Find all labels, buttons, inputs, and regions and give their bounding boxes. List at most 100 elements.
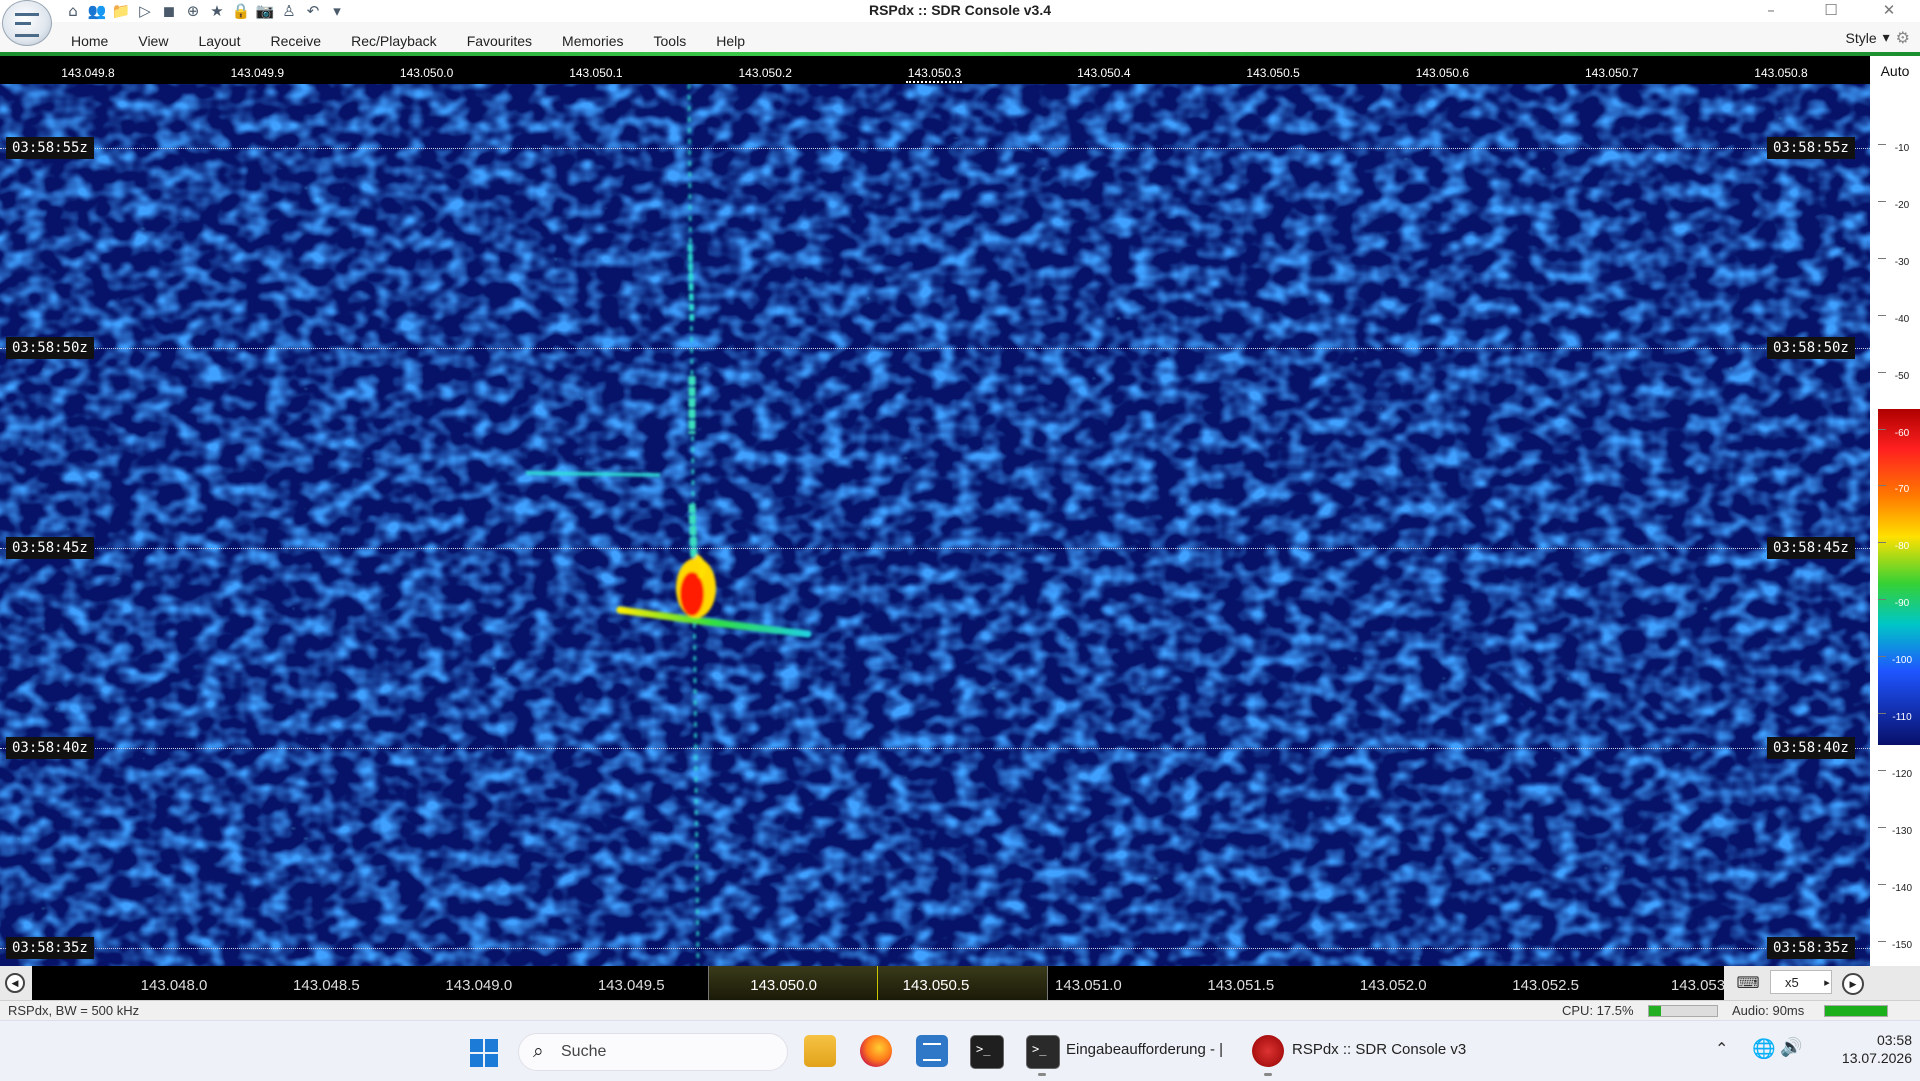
volume-icon[interactable]: 🔊	[1780, 1037, 1802, 1058]
top-ruler-tick: 143.050.5	[1246, 66, 1300, 80]
db-scale-label: -20	[1894, 199, 1910, 211]
terminal-icon[interactable]: >_	[970, 1035, 1004, 1069]
running-indicator	[1264, 1073, 1272, 1076]
bottom-ruler-tick: 143.048.5	[293, 977, 360, 994]
bottom-ruler-tick: 143.048.0	[140, 977, 208, 994]
top-ruler-tick: 143.050.6	[1415, 66, 1470, 80]
time-gridline: 03:58:55z 03:58:55z	[0, 137, 1870, 159]
customize-icon[interactable]: ▾	[328, 2, 346, 20]
tuned-frequency-marker	[906, 81, 962, 83]
cpu-usage-bar	[1648, 1005, 1718, 1017]
db-scale-label: -70	[1894, 484, 1910, 496]
top-ruler-tick: 143.049.8	[61, 66, 115, 80]
zoom-dropdown-icon[interactable]: ▸	[1820, 970, 1834, 996]
menu-home[interactable]: Home	[56, 22, 123, 52]
time-gridline: 03:58:40z 03:58:40z	[0, 737, 1870, 759]
timestamp-label-left: 03:58:45z	[6, 537, 94, 559]
db-scale-label: -40	[1894, 313, 1910, 325]
sdr-console-icon[interactable]	[1252, 1035, 1284, 1067]
menu-layout[interactable]: Layout	[183, 22, 255, 52]
close-button[interactable]: ✕	[1866, 0, 1912, 22]
time-gridline: 03:58:35z 03:58:35z	[0, 937, 1870, 959]
clock-time: 03:58	[1876, 1032, 1912, 1048]
top-ruler-tick: 143.050.4	[1077, 66, 1131, 80]
style-dropdown-icon: ▾	[1882, 29, 1890, 45]
bottom-ruler-tick: 143.051.5	[1207, 977, 1275, 994]
cpu-usage-fill	[1649, 1006, 1661, 1016]
bottom-ruler-tick: 143.049.5	[597, 977, 665, 994]
waterfall-display[interactable]: 03:58:55z 03:58:55z 03:58:50z 03:58:50z 03:5…	[0, 84, 1870, 966]
application-menu-button[interactable]	[2, 0, 52, 46]
title-bar: ⌂ 👥 📁 ▷ ◼ ⊕ ★ 🔒 📷 ♙ ↶ ▾ RSPdx :: SDR Console v3.4 –…	[0, 0, 1920, 22]
auto-scale-button[interactable]: Auto	[1870, 56, 1920, 86]
add-icon[interactable]: ⊕	[184, 2, 202, 20]
home-icon[interactable]: ⌂	[64, 2, 82, 20]
menu-favourites[interactable]: Favourites	[452, 22, 547, 52]
search-icon: ⌕	[533, 1040, 544, 1062]
db-scale-label: -10	[1894, 143, 1910, 154]
undo-icon[interactable]: ↶	[304, 2, 322, 20]
lock-icon[interactable]: 🔒	[232, 2, 251, 20]
bottom-ruler-tick: 143.050.5	[902, 977, 970, 994]
network-icon[interactable]: 🌐	[1752, 1037, 1776, 1060]
users-icon[interactable]: 👥	[88, 2, 107, 20]
command-prompt-icon[interactable]: >_	[1026, 1035, 1060, 1069]
status-device-text: RSPdx, BW = 500 kHz	[8, 1003, 140, 1018]
bottom-ruler-tick: 143.051.0	[1055, 977, 1122, 994]
db-scale-label: -30	[1894, 256, 1910, 268]
db-scale-label: -130	[1891, 825, 1912, 837]
menu-rec-playback[interactable]: Rec/Playback	[336, 22, 452, 52]
menu-tools[interactable]: Tools	[639, 22, 702, 52]
file-explorer-icon[interactable]	[804, 1035, 836, 1067]
timestamp-label-left: 03:58:35z	[6, 937, 94, 959]
menu-help[interactable]: Help	[701, 22, 760, 52]
scroll-left-button[interactable]: ◀	[5, 973, 25, 993]
top-ruler-tick: 143.050.3	[907, 66, 962, 80]
camera-icon[interactable]: 📷	[256, 2, 275, 20]
bandwidth-center-line	[877, 966, 878, 1000]
play-icon[interactable]: ▷	[136, 2, 154, 20]
scroll-right-button[interactable]: ▶	[1842, 973, 1864, 995]
maximize-button[interactable]: ☐	[1808, 0, 1854, 22]
db-scale-label: -120	[1891, 768, 1912, 780]
system-clock[interactable]: 03:58 13.07.2026	[1816, 1031, 1912, 1067]
waterfall-image	[0, 84, 1870, 966]
gear-icon[interactable]: ⚙	[1896, 28, 1910, 47]
bottom-ruler-tick: 143.050.0	[750, 977, 817, 994]
bottom-ruler-tick: 143.052.5	[1512, 977, 1579, 994]
top-ruler-tick: 143.049.9	[230, 66, 284, 80]
db-scale[interactable]: -10 -20 -30 -40 -50 -60 -70 -80 -90 -100 -110 -120 -…	[1870, 86, 1920, 966]
timestamp-label-left: 03:58:55z	[6, 137, 94, 159]
bottom-ruler-tick: 143.053	[1670, 977, 1724, 994]
windows-start-icon[interactable]	[470, 1039, 498, 1067]
folder-icon[interactable]: 📁	[112, 2, 131, 20]
taskbar-search-input[interactable]: ⌕ Suche	[518, 1033, 788, 1071]
quick-access-toolbar: ⌂ 👥 📁 ▷ ◼ ⊕ ★ 🔒 📷 ♙ ↶ ▾	[64, 1, 346, 21]
bottom-ruler-tick: 143.049.0	[445, 977, 513, 994]
keyboard-icon[interactable]: ⌨	[1730, 971, 1766, 995]
meteor-ping-core	[680, 572, 704, 616]
notepad-icon[interactable]	[916, 1035, 948, 1067]
timestamp-label-right: 03:58:40z	[1767, 737, 1855, 759]
stop-icon[interactable]: ◼	[160, 2, 178, 20]
top-ruler-tick: 143.050.2	[738, 66, 792, 80]
menu-receive[interactable]: Receive	[256, 22, 337, 52]
top-frequency-ruler[interactable]: 143.049.8 143.049.9 143.050.0 143.050.1 143.…	[0, 56, 1870, 84]
signal-icon[interactable]: ♙	[280, 2, 298, 20]
menu-memories[interactable]: Memories	[547, 22, 638, 52]
menu-view[interactable]: View	[123, 22, 183, 52]
db-color-range[interactable]	[1878, 409, 1920, 745]
star-icon[interactable]: ★	[208, 2, 226, 20]
style-menu[interactable]: Style ▾ ⚙	[1846, 28, 1911, 47]
command-prompt-task-label[interactable]: Eingabeaufforderung - |	[1066, 1041, 1223, 1058]
db-scale-label: -150	[1891, 939, 1912, 951]
firefox-icon[interactable]	[860, 1035, 892, 1067]
minimize-button[interactable]: –	[1748, 0, 1794, 22]
timestamp-label-right: 03:58:35z	[1767, 937, 1855, 959]
running-indicator	[1038, 1073, 1046, 1076]
bottom-ruler-tick: 143.052.0	[1359, 977, 1427, 994]
tray-overflow-icon[interactable]: ⌃	[1715, 1039, 1728, 1058]
bottom-frequency-ruler[interactable]: 143.048.0 143.048.5 143.049.0 143.049.5 143.…	[32, 966, 1724, 1000]
sdr-console-task-label[interactable]: RSPdx :: SDR Console v3	[1292, 1041, 1466, 1058]
cpu-usage-text: CPU: 17.5%	[1562, 1003, 1634, 1018]
